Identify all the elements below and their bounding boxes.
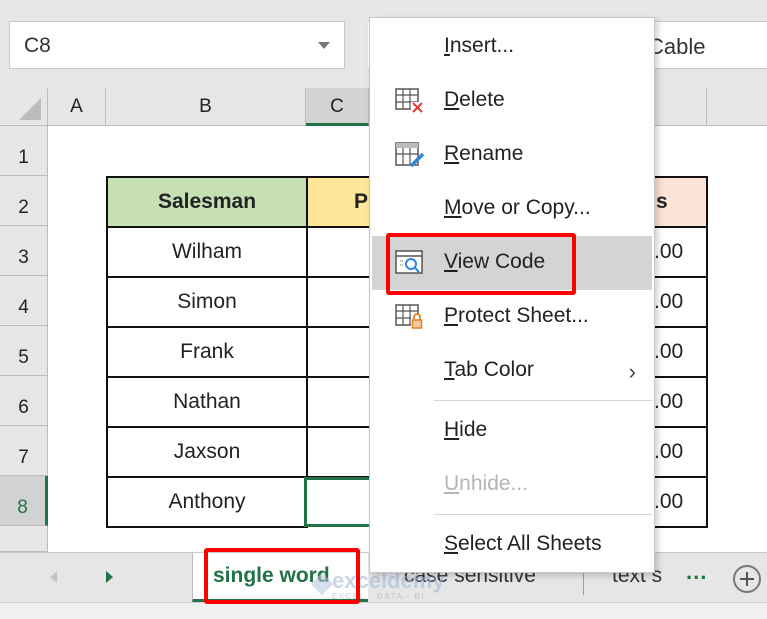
- delete-sheet-icon: [395, 88, 423, 113]
- name-box-value: C8: [24, 34, 51, 57]
- header-sales[interactable]: s: [652, 176, 708, 228]
- header-salesman[interactable]: Salesman: [106, 176, 308, 228]
- cell-salesman[interactable]: Nathan: [106, 376, 308, 428]
- watermark: exceldemy EXCEL - DATA - BI: [310, 568, 454, 604]
- watermark-logo-icon: [310, 572, 334, 596]
- menu-separator: [434, 400, 652, 401]
- cell-sales[interactable]: .00: [652, 426, 708, 478]
- name-box-dropdown-icon[interactable]: [318, 42, 330, 49]
- cell-product[interactable]: [306, 326, 372, 378]
- row-header-7[interactable]: 7: [0, 426, 48, 476]
- menu-item-insert[interactable]: Insert...: [370, 20, 654, 74]
- row-header-5[interactable]: 5: [0, 326, 48, 376]
- column-header-partial-2[interactable]: [707, 88, 767, 126]
- menu-item-protect-sheet[interactable]: Protect Sheet...: [370, 290, 654, 344]
- cell-sales[interactable]: .00: [652, 226, 708, 278]
- menu-item-tab-color[interactable]: Tab Color ›: [370, 344, 654, 398]
- row-header-3[interactable]: 3: [0, 226, 48, 276]
- cell-sales[interactable]: .00: [652, 376, 708, 428]
- row-header-2[interactable]: 2: [0, 176, 48, 226]
- view-code-icon: [395, 250, 423, 274]
- column-header-b[interactable]: B: [106, 88, 306, 126]
- menu-item-hide[interactable]: Hide: [370, 404, 654, 458]
- menu-item-move-or-copy[interactable]: Move or Copy...: [370, 182, 654, 236]
- row-header-4[interactable]: 4: [0, 276, 48, 326]
- cell-salesman[interactable]: Simon: [106, 276, 308, 328]
- menu-item-delete[interactable]: Delete: [370, 74, 654, 128]
- menu-item-select-all-sheets[interactable]: Select All Sheets: [370, 518, 654, 572]
- status-bar: [0, 602, 767, 619]
- more-sheets-button[interactable]: ...: [686, 559, 707, 585]
- name-box[interactable]: C8: [9, 21, 345, 69]
- submenu-chevron-right-icon: ›: [628, 359, 636, 384]
- rename-sheet-icon: [395, 142, 425, 168]
- select-all-triangle-icon: [19, 98, 41, 120]
- menu-item-view-code[interactable]: View Code: [372, 236, 652, 290]
- cell-salesman[interactable]: Anthony: [106, 476, 308, 528]
- scroll-tabs-right-icon[interactable]: [106, 571, 113, 583]
- sheet-context-menu: Insert... Delete Rename Move or Copy...: [369, 17, 655, 573]
- scroll-tabs-left-icon[interactable]: [50, 571, 57, 583]
- cell-sales[interactable]: .00: [652, 326, 708, 378]
- header-product[interactable]: P: [306, 176, 372, 228]
- protect-sheet-icon: [395, 304, 423, 329]
- menu-item-unhide: Unhide...: [444, 472, 529, 495]
- column-header-a[interactable]: A: [48, 88, 106, 126]
- menu-item-rename[interactable]: Rename: [370, 128, 654, 182]
- column-header-partial[interactable]: [655, 88, 707, 126]
- column-header-c[interactable]: C: [306, 88, 369, 126]
- cell-product[interactable]: [306, 376, 372, 428]
- cell-sales[interactable]: .00: [652, 276, 708, 328]
- row-header-6[interactable]: 6: [0, 376, 48, 426]
- add-sheet-icon[interactable]: [733, 565, 761, 593]
- cell-salesman[interactable]: Frank: [106, 326, 308, 378]
- cell-product[interactable]: [306, 226, 372, 278]
- select-all-corner[interactable]: [0, 88, 48, 126]
- cell-product[interactable]: [306, 426, 372, 478]
- cell-salesman[interactable]: Wilham: [106, 226, 308, 278]
- cell-salesman[interactable]: Jaxson: [106, 426, 308, 478]
- row-header-8[interactable]: 8: [0, 476, 48, 526]
- row-header-1[interactable]: 1: [0, 126, 48, 176]
- menu-separator: [434, 514, 652, 515]
- formula-text: Cable: [648, 34, 706, 59]
- row-header-9[interactable]: [0, 526, 48, 552]
- active-cell-c8[interactable]: [304, 477, 372, 527]
- cell-sales[interactable]: .00: [652, 476, 708, 528]
- cell-product[interactable]: [306, 276, 372, 328]
